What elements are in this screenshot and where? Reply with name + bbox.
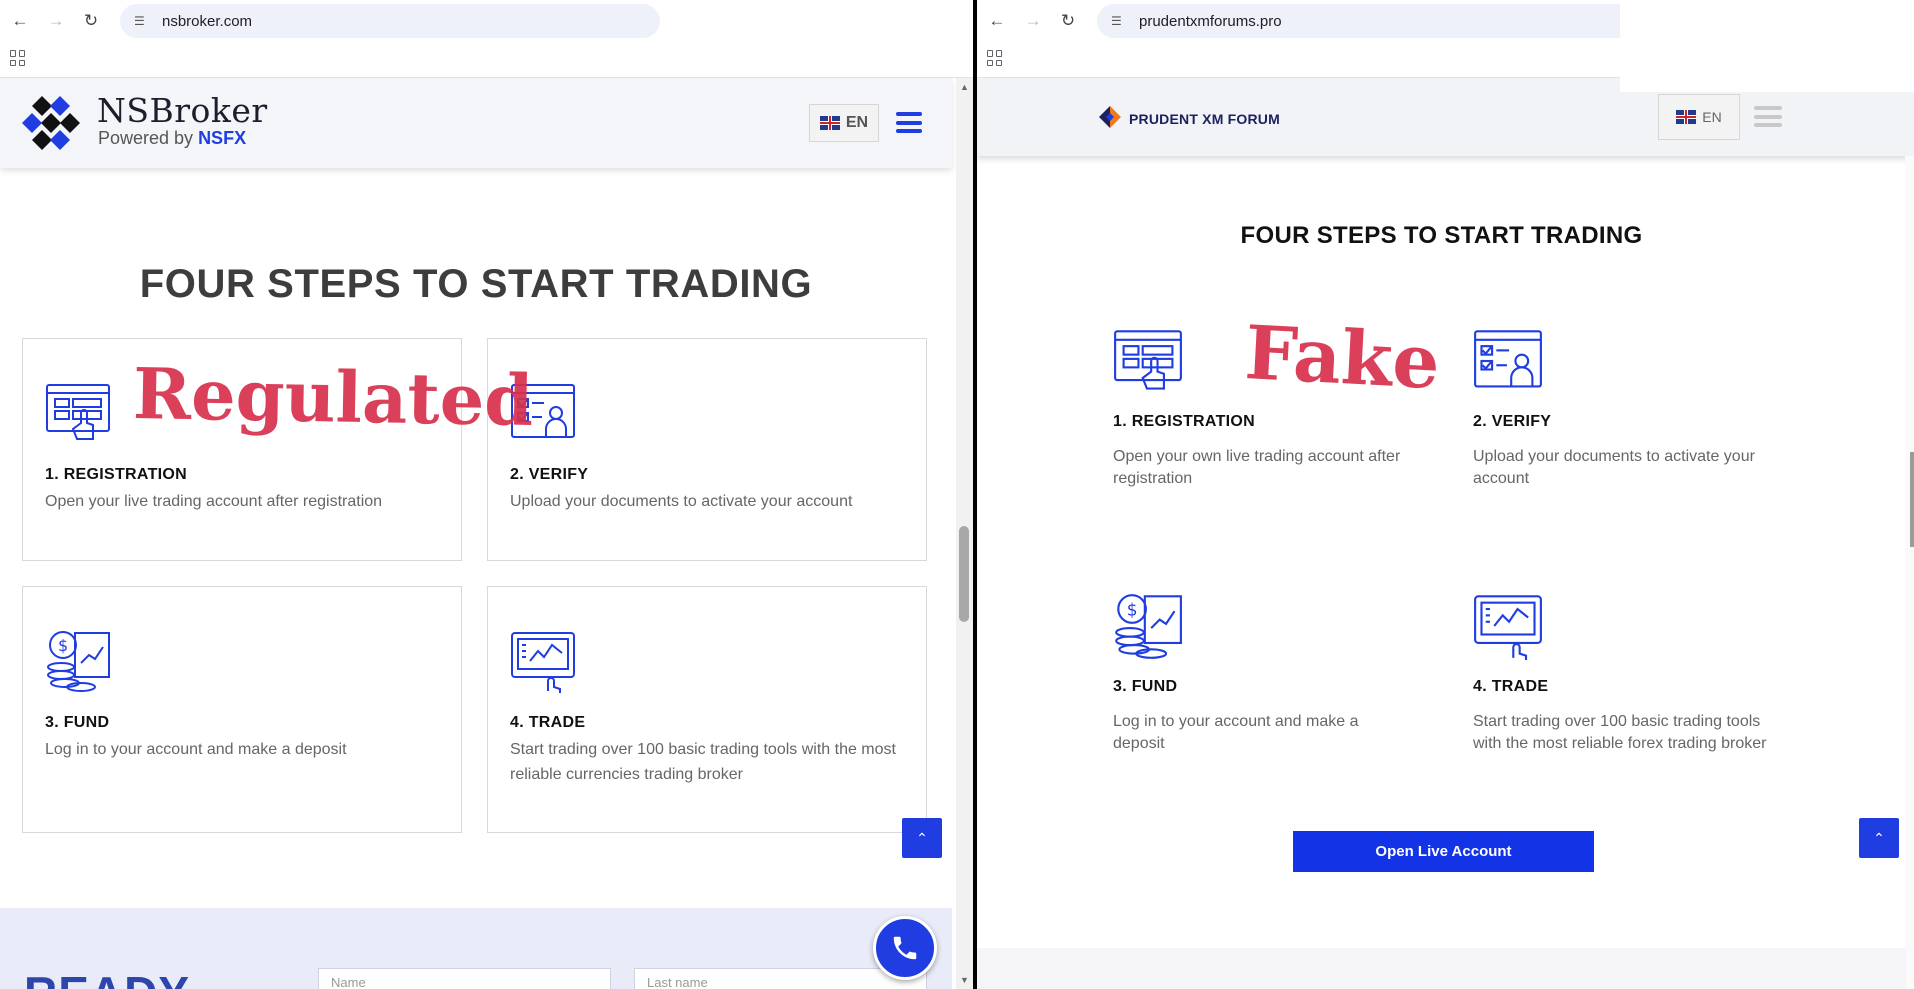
trade-icon xyxy=(1474,595,1542,660)
menu-icon[interactable] xyxy=(1754,106,1782,127)
chevron-up-icon: ⌃ xyxy=(1873,829,1885,846)
forward-arrow-icon[interactable]: → xyxy=(1022,10,1044,32)
bookmarks-bar xyxy=(0,42,973,78)
scroll-thumb[interactable] xyxy=(1910,452,1914,547)
call-button[interactable] xyxy=(873,916,937,980)
back-arrow-icon[interactable]: ← xyxy=(9,10,31,32)
bookmarks-bar xyxy=(977,42,1620,78)
next-section xyxy=(977,948,1906,989)
language-selector[interactable]: EN xyxy=(809,104,879,142)
address-bar[interactable]: ☰ nsbroker.com xyxy=(120,4,660,38)
site-settings-icon[interactable]: ☰ xyxy=(1111,14,1127,28)
step-card-trade: 4. TRADE Start trading over 100 basic tr… xyxy=(487,586,927,833)
back-arrow-icon[interactable]: ← xyxy=(986,10,1008,32)
step-card-fund: $ 3. FUND Log in to your account and mak… xyxy=(22,586,462,833)
reload-icon[interactable]: ↻ xyxy=(80,10,102,32)
trade-icon xyxy=(511,632,575,693)
step-title: 2. VERIFY xyxy=(510,466,589,483)
fund-icon: $ xyxy=(1115,594,1182,659)
name-field[interactable]: Name xyxy=(318,968,611,989)
step-title: 3. FUND xyxy=(1113,678,1178,695)
step-description: Upload your documents to activate your a… xyxy=(1473,448,1755,487)
brand-title[interactable]: PRUDENT XM FORUM xyxy=(1129,111,1280,127)
step-title: 4. TRADE xyxy=(510,714,586,731)
scroll-down-icon[interactable]: ▼ xyxy=(960,975,969,985)
step-title: 3. FUND xyxy=(45,714,110,731)
cta-section: READY Name Last name xyxy=(0,908,952,989)
section-heading: FOUR STEPS TO START TRADING xyxy=(139,262,813,306)
prudent-logo-icon[interactable] xyxy=(1097,104,1123,130)
uk-flag-icon xyxy=(1676,110,1697,124)
site-header: NSBroker Powered by NSFX EN xyxy=(0,78,952,168)
chevron-up-icon: ⌃ xyxy=(916,829,928,846)
window-corner xyxy=(1620,0,1914,92)
regulated-stamp: Regulated xyxy=(132,352,534,442)
cta-heading: READY xyxy=(24,966,190,989)
step-fund: $ 3. FUND Log in to your account and mak… xyxy=(1113,592,1413,762)
back-to-top-button[interactable]: ⌃ xyxy=(1859,818,1899,858)
language-selector[interactable]: EN xyxy=(1658,94,1740,140)
phone-icon xyxy=(893,936,917,960)
uk-flag-icon xyxy=(819,116,840,130)
step-description: Open your live trading account after reg… xyxy=(45,493,383,510)
browser-toolbar: ← → ↻ ☰ prudentxmforums.pro xyxy=(977,0,1620,42)
registration-icon xyxy=(1114,330,1182,390)
url-text: prudentxmforums.pro xyxy=(1139,12,1282,30)
brand-subtitle-brand: NSFX xyxy=(198,128,247,148)
fake-stamp: Fake xyxy=(1242,310,1442,407)
scroll-up-icon[interactable]: ▲ xyxy=(960,82,969,92)
step-title: 2. VERIFY xyxy=(1473,413,1552,430)
page-scrollbar[interactable] xyxy=(1905,156,1914,989)
language-label: EN xyxy=(845,114,869,131)
apps-grid-icon[interactable] xyxy=(10,50,26,66)
browser-toolbar: ← → ↻ ☰ nsbroker.com xyxy=(0,0,973,42)
step-description: Upload your documents to activate your a… xyxy=(510,493,853,510)
step-description: Log in to your account and make a deposi… xyxy=(45,741,347,758)
step-title: 4. TRADE xyxy=(1473,678,1549,695)
step-description: Open your own live trading account after… xyxy=(1113,448,1401,487)
step-description: Start trading over 100 basic trading too… xyxy=(1473,713,1767,752)
verify-icon xyxy=(1474,330,1542,388)
reload-icon[interactable]: ↻ xyxy=(1057,10,1079,32)
site-settings-icon[interactable]: ☰ xyxy=(134,14,150,28)
step-description: Start trading over 100 basic trading too… xyxy=(510,741,896,783)
step-card-verify: 2. VERIFY Upload your documents to activ… xyxy=(487,338,927,561)
section-heading: FOUR STEPS TO START TRADING xyxy=(1240,222,1643,249)
registration-icon xyxy=(46,384,110,440)
page-scrollbar[interactable]: ▲ ▼ xyxy=(956,78,973,989)
step-description: Log in to your account and make a deposi… xyxy=(1113,713,1359,752)
right-browser-window: ← → ↻ ☰ prudentxmforums.pro PRUDENT XM F… xyxy=(977,0,1914,989)
fund-icon: $ xyxy=(47,631,110,692)
left-browser-window: ← → ↻ ☰ nsbroker.com NSBroker Powered by… xyxy=(0,0,973,989)
brand-subtitle: Powered by NSFX xyxy=(98,128,246,149)
svg-text:$: $ xyxy=(58,636,68,655)
apps-grid-icon[interactable] xyxy=(987,50,1003,66)
address-bar[interactable]: ☰ prudentxmforums.pro xyxy=(1097,4,1620,38)
url-text: nsbroker.com xyxy=(162,12,253,30)
language-label: EN xyxy=(1702,109,1722,125)
open-live-account-button[interactable]: Open Live Account xyxy=(1293,831,1594,872)
back-to-top-button[interactable]: ⌃ xyxy=(902,818,942,858)
step-trade: 4. TRADE Start trading over 100 basic tr… xyxy=(1473,592,1773,762)
nsbroker-logo-icon[interactable] xyxy=(20,94,82,152)
scroll-thumb[interactable] xyxy=(959,526,969,622)
brand-subtitle-prefix: Powered by xyxy=(98,128,199,148)
step-verify: 2. VERIFY Upload your documents to activ… xyxy=(1473,327,1773,497)
brand-title[interactable]: NSBroker xyxy=(97,91,268,130)
forward-arrow-icon[interactable]: → xyxy=(45,10,67,32)
step-title: 1. REGISTRATION xyxy=(1113,413,1255,430)
menu-icon[interactable] xyxy=(896,112,922,133)
svg-text:$: $ xyxy=(1127,599,1138,619)
step-title: 1. REGISTRATION xyxy=(45,466,187,483)
